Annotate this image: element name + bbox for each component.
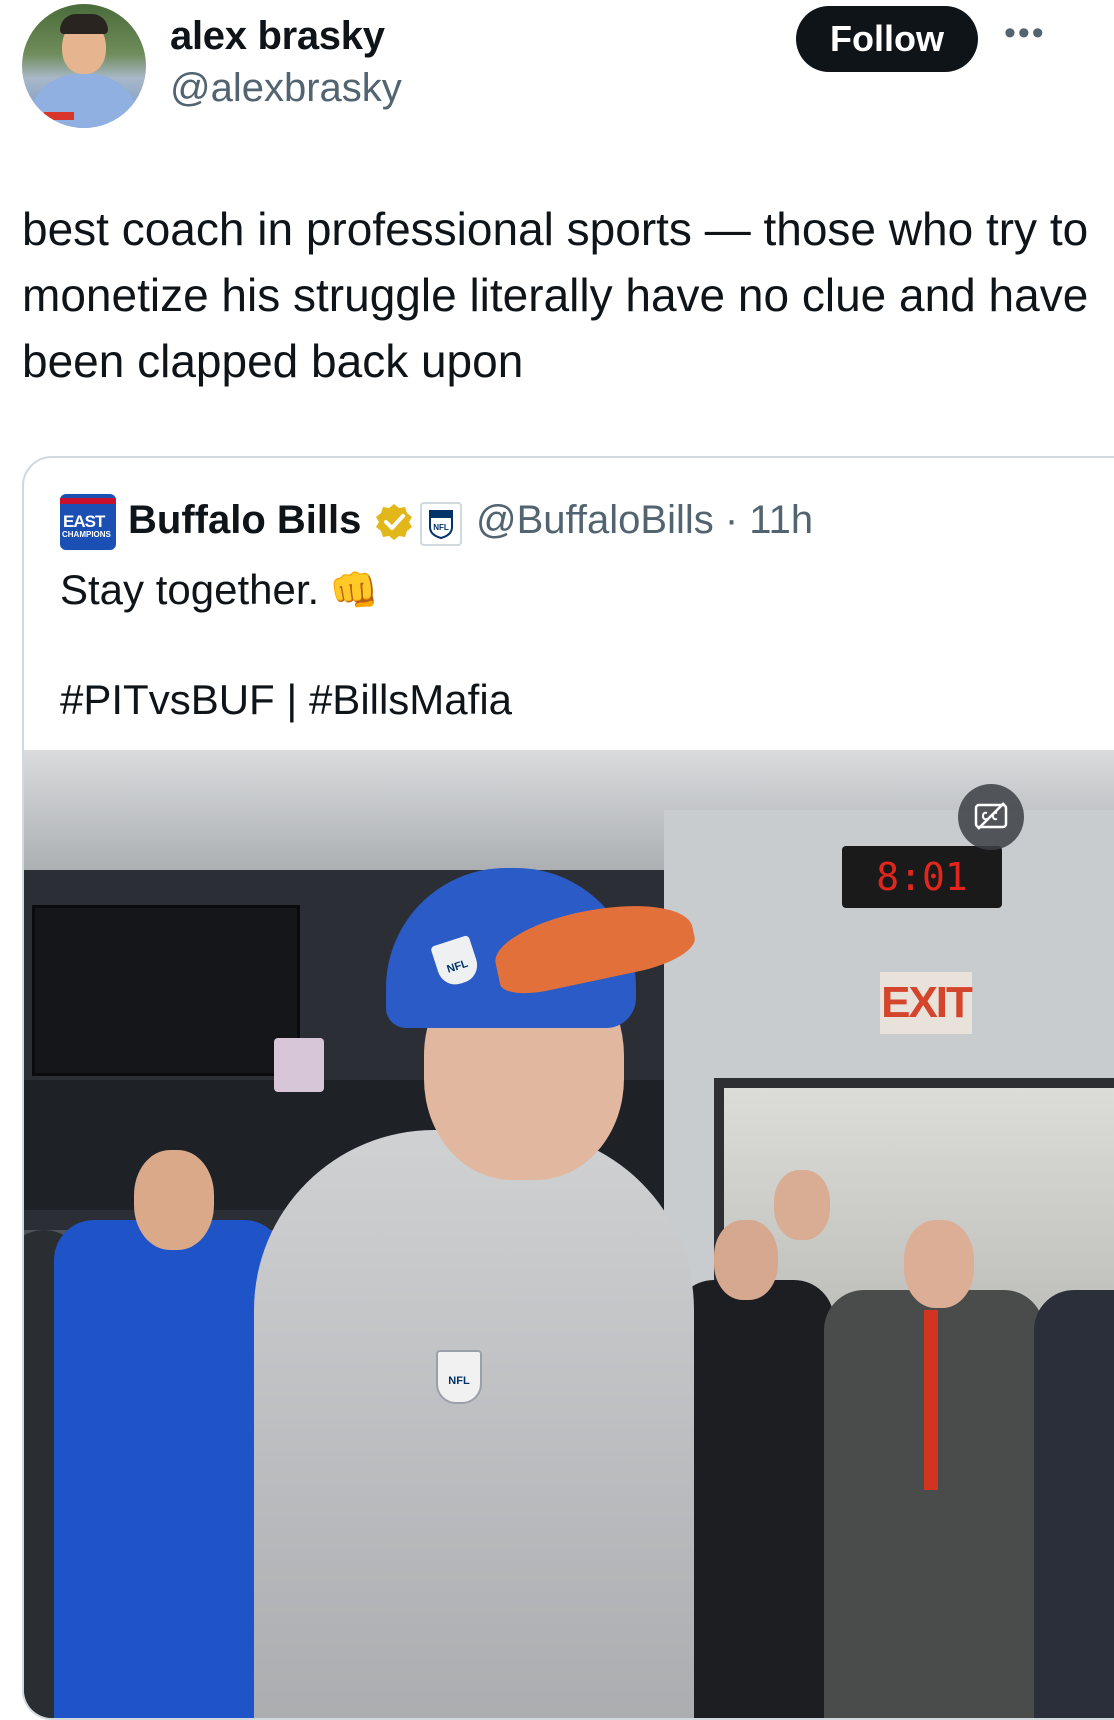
quoted-hashtags[interactable]: #PITvsBUF | #BillsMafia xyxy=(60,676,512,724)
author-avatar[interactable] xyxy=(22,4,146,128)
coach-figure xyxy=(254,1130,694,1718)
quoted-avatar[interactable]: EAST CHAMPIONS xyxy=(60,494,116,550)
tweet-text: best coach in professional sports — thos… xyxy=(22,203,1089,387)
quoted-avatar-text-east: EAST xyxy=(63,512,105,531)
hoodie-nfl-patch: NFL xyxy=(436,1350,482,1404)
exit-sign: EXIT xyxy=(880,972,973,1034)
video-media[interactable]: 8:01 EXIT NFL NFL xyxy=(24,750,1114,1718)
background-person xyxy=(674,1280,834,1718)
quoted-avatar-text-champions: CHAMPIONS xyxy=(62,530,111,539)
follow-button[interactable]: Follow xyxy=(796,6,978,72)
tv-screen xyxy=(32,905,300,1076)
nfl-affiliation-icon: NFL xyxy=(420,502,462,546)
patch-text: NFL xyxy=(448,1375,470,1387)
quoted-author-name[interactable]: Buffalo Bills xyxy=(128,498,361,543)
quoted-text: Stay together. xyxy=(60,566,320,613)
quoted-text-line-1: Stay together. 👊 xyxy=(60,566,379,614)
fist-emoji-icon: 👊 xyxy=(329,569,379,613)
author-handle[interactable]: @alexbrasky xyxy=(170,66,402,111)
quoted-handle-time[interactable]: @BuffaloBills · 11h xyxy=(476,498,813,543)
author-name[interactable]: alex brasky xyxy=(170,14,385,59)
cap-logo-text: NFL xyxy=(446,958,470,976)
verified-badge-icon xyxy=(376,504,412,540)
quoted-tweet-card[interactable]: EAST CHAMPIONS Buffalo Bills NFL @Buffal… xyxy=(22,456,1114,1720)
closed-captions-icon[interactable] xyxy=(958,784,1024,850)
nfl-badge-text: NFL xyxy=(433,523,449,532)
more-options-icon[interactable]: ••• xyxy=(1004,14,1046,53)
background-person xyxy=(54,1220,284,1718)
wall-clock: 8:01 xyxy=(842,846,1002,908)
